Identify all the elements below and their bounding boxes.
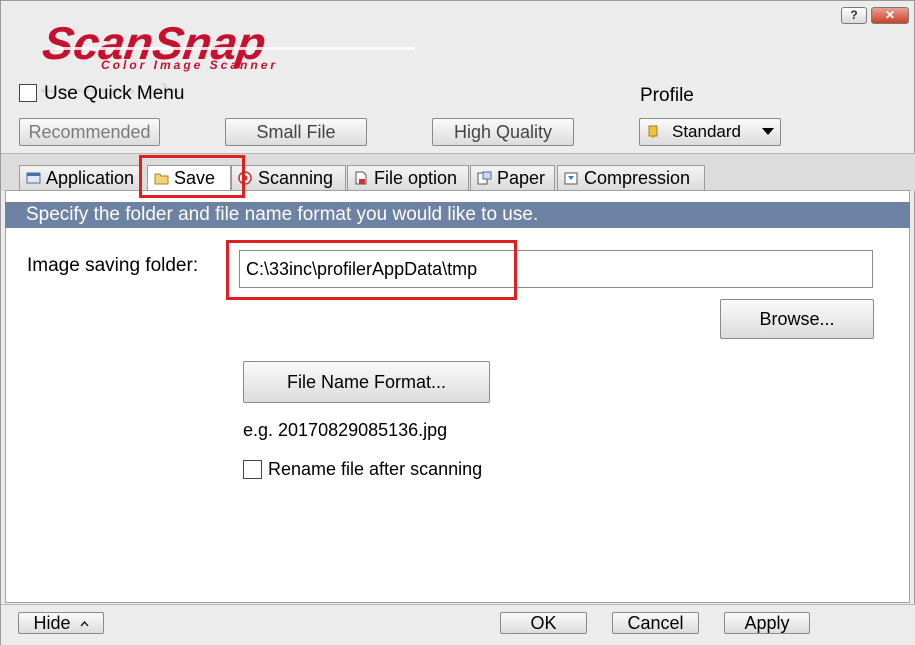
- file-name-example: e.g. 20170829085136.jpg: [243, 420, 448, 440]
- rename-file-label: Rename file after scanning: [268, 459, 483, 479]
- close-button[interactable]: ✕: [871, 7, 909, 24]
- tab-file-option[interactable]: File option: [347, 165, 469, 191]
- folder-field-highlight: [226, 240, 517, 300]
- tab-label: File option: [374, 168, 458, 188]
- high-quality-button[interactable]: High Quality: [432, 118, 574, 146]
- ok-button[interactable]: OK: [500, 612, 587, 634]
- application-icon: [26, 172, 41, 184]
- chevron-down-icon: [762, 128, 774, 135]
- browse-button[interactable]: Browse...: [720, 299, 874, 339]
- profile-selected: Standard: [672, 122, 741, 141]
- instruction-banner: Specify the folder and file name format …: [5, 202, 910, 228]
- tab-compression[interactable]: Compression: [557, 165, 705, 191]
- use-quick-menu-label: Use Quick Menu: [44, 83, 185, 104]
- scansnap-settings-window: ? ✕ ScanSnap Color Image Scanner ScanSna…: [0, 0, 915, 645]
- tab-application[interactable]: Application: [19, 165, 141, 191]
- tab-label: Compression: [584, 168, 691, 188]
- apply-button[interactable]: Apply: [724, 612, 810, 634]
- small-file-button[interactable]: Small File: [225, 118, 367, 146]
- file-option-icon: [355, 171, 367, 185]
- hide-button[interactable]: Hide: [18, 612, 104, 634]
- use-quick-menu-checkbox[interactable]: [19, 84, 37, 102]
- recommended-button[interactable]: Recommended: [19, 118, 160, 146]
- compression-icon: [564, 172, 578, 185]
- rename-file-checkbox[interactable]: [243, 460, 262, 479]
- image-saving-folder-label: Image saving folder:: [27, 255, 199, 276]
- paper-icon: [477, 171, 492, 185]
- profile-label: Profile: [640, 85, 694, 106]
- svg-text:Color Image Scanner: Color Image Scanner: [101, 58, 278, 72]
- profile-dropdown[interactable]: Standard: [639, 118, 781, 146]
- tab-label: Paper: [497, 168, 546, 188]
- chevron-up-icon: [80, 621, 89, 627]
- tab-scanning[interactable]: Scanning: [231, 165, 346, 191]
- tab-label: Scanning: [258, 168, 334, 188]
- tab-paper[interactable]: Paper: [470, 165, 555, 191]
- profile-icon: [648, 125, 658, 138]
- file-name-format-button[interactable]: File Name Format...: [243, 361, 490, 403]
- save-tab-highlight: [139, 155, 245, 198]
- help-button[interactable]: ?: [841, 7, 867, 24]
- hide-label: Hide: [33, 613, 71, 633]
- tab-label: Application: [46, 168, 135, 188]
- cancel-button[interactable]: Cancel: [612, 612, 699, 634]
